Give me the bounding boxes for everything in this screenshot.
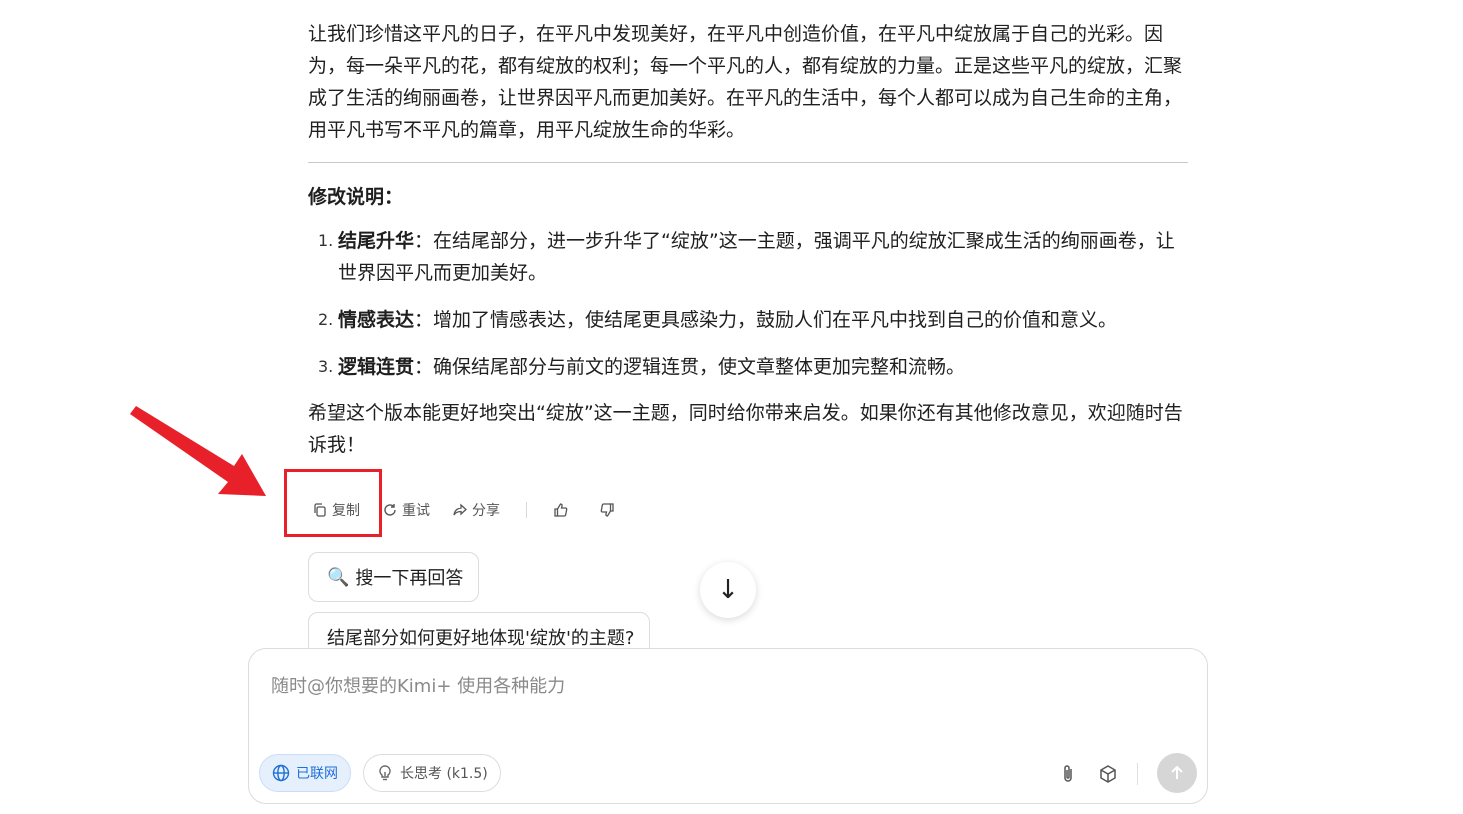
thumbs-up-icon [554,503,568,517]
share-button[interactable]: 分享 [452,500,500,520]
long-thinking-toggle[interactable]: 长思考 (k1.5) [363,754,501,792]
globe-icon [272,764,290,782]
thumbs-down-icon [600,503,614,517]
arrow-down-icon: ↓ [717,575,739,605]
list-number: 2. [318,310,334,329]
list-item-title: 情感表达 [338,309,415,331]
share-icon [453,503,467,516]
list-item: 2. 情感表达：增加了情感表达，使结尾更具感染力，鼓励人们在平凡中找到自己的价值… [308,304,1188,336]
change-list: 1. 结尾升华：在结尾部分，进一步升华了“绽放”这一主题，强调平凡的绽放汇聚成生… [308,225,1188,383]
divider [308,162,1188,163]
search-then-answer-label: 搜一下再回答 [355,568,464,589]
chat-input-box: 已联网 长思考 (k1.5) [248,648,1208,804]
chat-input[interactable] [269,665,1173,707]
search-then-answer-button[interactable]: 🔍 搜一下再回答 [308,552,479,602]
thumbs-up-button[interactable] [553,502,573,518]
suggested-question-label: 结尾部分如何更好地体现'绽放'的主题? [327,628,635,649]
send-button[interactable] [1157,753,1197,793]
retry-label: 重试 [402,503,430,519]
thumbs-down-button[interactable] [599,502,619,518]
closing-paragraph: 希望这个版本能更好地突出“绽放”这一主题，同时给你带来启发。如果你还有其他修改意… [308,402,1183,456]
list-item-text: ：在结尾部分，进一步升华了“绽放”这一主题，强调平凡的绽放汇聚成生活的绚丽画卷，… [338,230,1175,284]
chat-page: 让我们珍惜这平凡的日子，在平凡中发现美好，在平凡中创造价值，在平凡中绽放属于自己… [0,0,1463,814]
scroll-to-bottom-button[interactable]: ↓ [700,562,756,618]
list-item-text: ：增加了情感表达，使结尾更具感染力，鼓励人们在平凡中找到自己的价值和意义。 [414,309,1118,331]
list-number: 1. [318,231,334,250]
magnifier-icon: 🔍 [327,566,350,588]
action-separator [526,502,527,518]
retry-button[interactable]: 重试 [382,500,430,520]
annotation-highlight-box [284,469,382,537]
list-item: 1. 结尾升华：在结尾部分，进一步升华了“绽放”这一主题，强调平凡的绽放汇聚成生… [308,225,1188,289]
list-item: 3. 逻辑连贯：确保结尾部分与前文的逻辑连贯，使文章整体更加完整和流畅。 [308,351,1188,383]
share-label: 分享 [472,503,500,519]
list-number: 3. [318,357,334,376]
web-search-label: 已联网 [296,766,338,782]
paperclip-icon[interactable] [1057,763,1079,785]
arrow-up-icon [1171,765,1183,779]
lightbulb-icon [379,765,391,781]
tool-separator [1137,763,1138,785]
long-thinking-label: 长思考 (k1.5) [400,766,488,782]
cube-icon[interactable] [1097,763,1119,785]
section-title: 修改说明： [308,186,404,208]
message-paragraph: 让我们珍惜这平凡的日子，在平凡中发现美好，在平凡中创造价值，在平凡中绽放属于自己… [308,23,1183,141]
web-search-toggle[interactable]: 已联网 [259,754,351,792]
list-item-title: 逻辑连贯 [338,356,415,378]
refresh-icon [384,504,396,516]
assistant-message: 让我们珍惜这平凡的日子，在平凡中发现美好，在平凡中创造价值，在平凡中绽放属于自己… [308,18,1188,461]
list-item-title: 结尾升华 [338,230,415,252]
list-item-text: ：确保结尾部分与前文的逻辑连贯，使文章整体更加完整和流畅。 [414,356,966,378]
annotation-arrow-icon [130,406,266,496]
